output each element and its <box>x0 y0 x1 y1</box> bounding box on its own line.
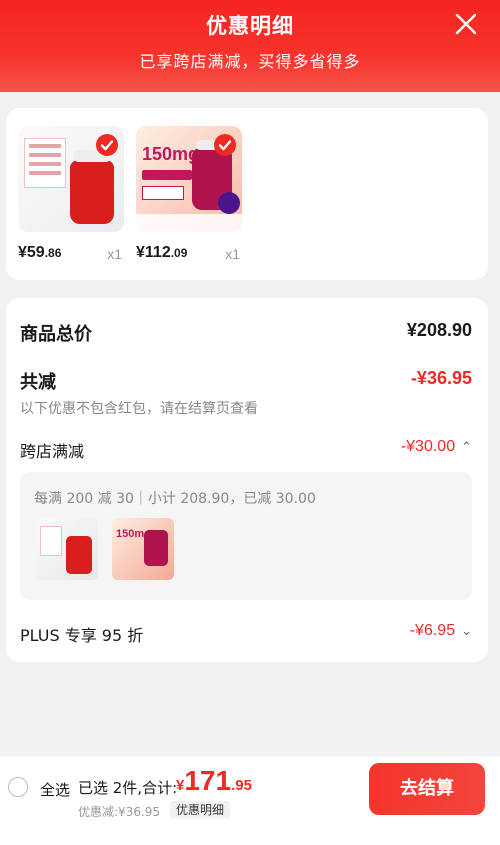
product-price: ¥112.09 <box>136 244 188 261</box>
promo-badge-icon <box>218 192 240 214</box>
product-item-1[interactable]: ¥59.86 x1 <box>18 126 124 262</box>
plus-value: -¥6.95 ⌄ <box>409 622 472 639</box>
crossstore-row[interactable]: 跨店满减 -¥30.00 ⌃ <box>20 438 472 462</box>
checked-icon[interactable] <box>96 134 118 156</box>
select-all-label[interactable]: 全选 <box>40 779 70 800</box>
discount-value: -¥36.95 <box>410 368 472 388</box>
checked-icon[interactable] <box>214 134 236 156</box>
plus-label: PLUS 专享 95 折 <box>20 626 144 645</box>
discount-label: 共减 <box>20 372 56 393</box>
products-card: ¥59.86 x1 150mg ¥112.09 x1 <box>6 108 488 280</box>
crossstore-value: -¥30.00 ⌃ <box>400 438 472 455</box>
image-band <box>142 170 192 180</box>
product-price: ¥59.86 <box>18 244 62 261</box>
checkout-bar: 全选 已选 2件,合计: ¥171.95 优惠减:¥36.95 优惠明细 去结算 <box>0 757 500 845</box>
total-price-label: 商品总价 <box>20 324 92 345</box>
plus-discount-row[interactable]: PLUS 专享 95 折 -¥6.95 ⌄ <box>20 622 472 646</box>
product-thumb-2[interactable]: 150mg <box>112 518 174 580</box>
product-image <box>18 126 124 232</box>
header: 优惠明细 已享跨店满减，买得多省得多 <box>0 0 500 92</box>
selected-count: 已选 2件,合计: <box>78 779 178 797</box>
chevron-up-icon: ⌃ <box>461 439 472 454</box>
image-footer-strip <box>136 214 242 232</box>
product-qty: x1 <box>225 246 240 262</box>
bottle-graphic <box>70 150 114 224</box>
product-image-text: 150mg <box>142 144 200 164</box>
detail-sheet: ¥59.86 x1 150mg ¥112.09 x1 商品总价 ¥208.90 … <box>0 92 500 845</box>
checkout-button[interactable]: 去结算 <box>369 763 485 815</box>
promo-rule-text: 每满 200 减 30｜小计 208.90，已减 30.00 <box>34 491 316 507</box>
image-band-2 <box>142 186 184 200</box>
crossstore-detail-panel: 每满 200 减 30｜小计 208.90，已减 30.00 150mg <box>20 472 472 600</box>
total-amount: ¥171.95 <box>176 765 252 796</box>
summary-card: 商品总价 ¥208.90 共减 -¥36.95 以下优惠不包含红包，请在结算页查… <box>6 298 488 662</box>
crossstore-label: 跨店满减 <box>20 442 85 461</box>
product-label-graphic <box>24 138 66 188</box>
total-price-row: 商品总价 ¥208.90 <box>20 320 472 346</box>
product-thumb-1[interactable] <box>36 518 98 580</box>
page-title: 优惠明细 <box>206 14 294 38</box>
product-qty: x1 <box>107 246 122 262</box>
discount-note: 以下优惠不包含红包，请在结算页查看 <box>20 401 258 417</box>
discount-summary: 优惠减:¥36.95 <box>78 805 161 819</box>
page-subtitle: 已享跨店满减，买得多省得多 <box>139 52 361 71</box>
close-icon <box>455 13 477 35</box>
select-all-radio[interactable] <box>8 777 28 797</box>
product-price-row: ¥59.86 x1 <box>18 244 124 264</box>
thumb-label-graphic <box>40 526 62 556</box>
product-item-2[interactable]: 150mg ¥112.09 x1 <box>136 126 242 262</box>
total-price-value: ¥208.90 <box>406 320 472 340</box>
close-button[interactable] <box>454 12 478 36</box>
bottle-graphic <box>66 536 92 574</box>
product-image: 150mg <box>136 126 242 232</box>
bottle-graphic <box>144 530 168 566</box>
chevron-down-icon: ⌄ <box>461 623 472 638</box>
discount-row: 共减 -¥36.95 <box>20 368 472 394</box>
product-price-row: ¥112.09 x1 <box>136 244 242 264</box>
discount-detail-button[interactable]: 优惠明细 <box>170 801 231 819</box>
